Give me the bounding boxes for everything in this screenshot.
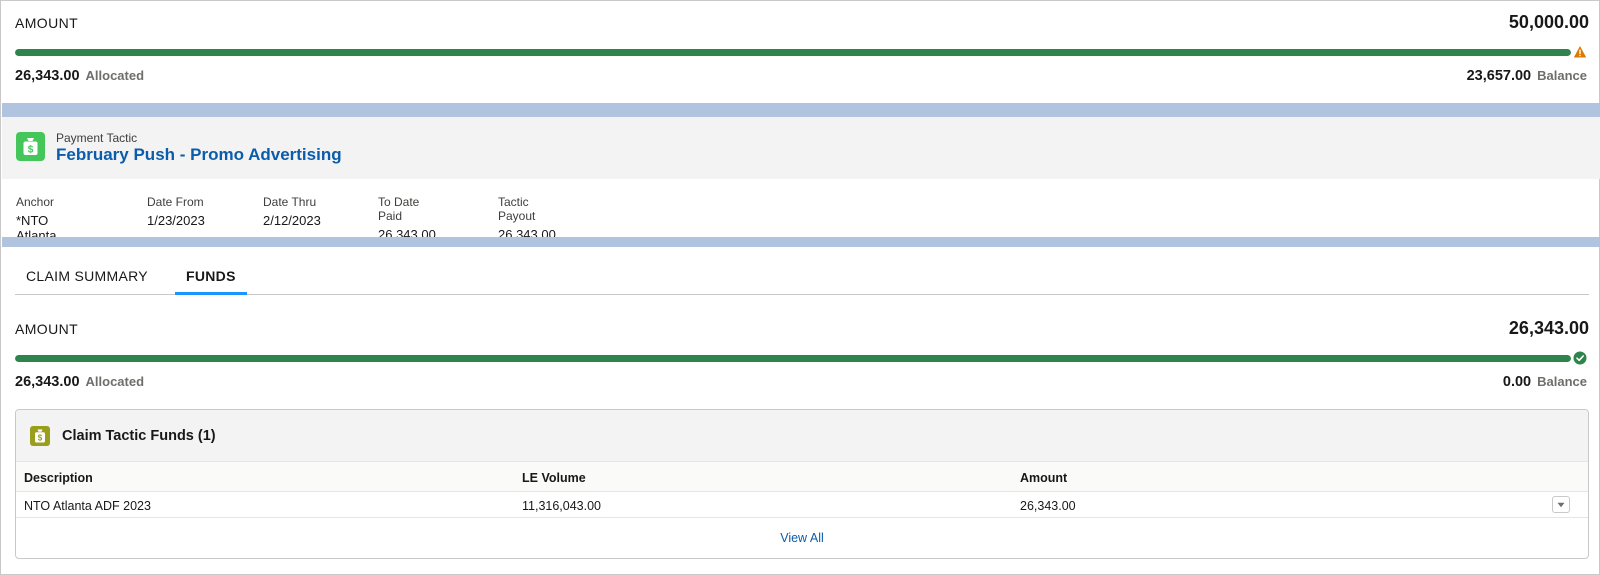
card-title: Claim Tactic Funds (1): [62, 428, 216, 444]
row-actions-button[interactable]: [1552, 496, 1570, 513]
funds-allocated-value: 26,343.00: [15, 374, 80, 390]
field-to-date-paid: To Date Paid 26,343.00: [378, 195, 436, 242]
cell-amount: 26,343.00: [1020, 499, 1076, 513]
funds-amount-label: AMOUNT: [15, 321, 79, 337]
tactic-funds-panel: AMOUNT 50,000.00 26,343.00 Allocated 23,6…: [0, 0, 1600, 575]
chevron-down-icon: [1557, 502, 1565, 507]
funds-progress-fill: [15, 355, 1571, 362]
view-all-link[interactable]: View All: [16, 531, 1588, 545]
funds-amount-total: 26,343.00: [1508, 318, 1589, 338]
funds-balance-value: 0.00: [1502, 374, 1532, 390]
tactic-title-link[interactable]: February Push - Promo Advertising: [56, 145, 342, 165]
field-anchor: Anchor *NTO Atlanta: [16, 195, 56, 243]
funds-balance-label: Balance: [1537, 374, 1587, 389]
field-value: 2/12/2023: [263, 213, 321, 228]
field-label: Date Thru: [263, 195, 317, 209]
tab-bar: CLAIM SUMMARY FUNDS: [15, 263, 1589, 295]
cell-le-volume: 11,316,043.00: [522, 499, 602, 513]
budget-balance-value: 23,657.00: [1466, 68, 1532, 84]
funds-progress-bar: [15, 355, 1571, 362]
budget-progress-fill: [15, 49, 1571, 56]
column-header-le-volume[interactable]: LE Volume: [522, 471, 586, 485]
section-divider: [2, 103, 1600, 117]
field-label: To Date Paid: [378, 195, 420, 223]
money-bag-icon: $: [30, 426, 50, 446]
tactic-header: $ Payment Tactic February Push - Promo A…: [2, 117, 1600, 179]
budget-allocated-label: Allocated: [85, 68, 145, 83]
money-bag-icon: $: [16, 132, 45, 161]
warning-icon: [1573, 46, 1587, 58]
field-label: Tactic Payout: [498, 195, 536, 223]
card-header: $ Claim Tactic Funds (1): [16, 410, 1588, 462]
table-header: Description LE Volume Amount: [16, 462, 1588, 492]
field-label: Date From: [147, 195, 204, 209]
tactic-record-type: Payment Tactic: [56, 131, 138, 145]
funds-amount-summary: AMOUNT 26,343.00 26,343.00 Allocated 0.00…: [15, 318, 1589, 395]
field-label: Anchor: [16, 195, 55, 209]
column-header-description[interactable]: Description: [24, 471, 93, 485]
budget-progress-bar: [15, 49, 1571, 56]
funds-allocated-label: Allocated: [85, 374, 145, 389]
claim-tactic-funds-card: $ Claim Tactic Funds (1) Description LE …: [15, 409, 1589, 559]
cell-description: NTO Atlanta ADF 2023: [24, 499, 151, 513]
tab-funds[interactable]: FUNDS: [175, 263, 247, 295]
tab-claim-summary[interactable]: CLAIM SUMMARY: [15, 263, 159, 295]
success-check-icon: [1573, 351, 1587, 365]
column-header-amount[interactable]: Amount: [1020, 471, 1067, 485]
budget-amount-total: 50,000.00: [1508, 12, 1589, 32]
svg-text:$: $: [38, 434, 43, 443]
field-value: 1/23/2023: [147, 213, 205, 228]
table-row: NTO Atlanta ADF 2023 11,316,043.00 26,34…: [16, 492, 1588, 518]
budget-amount-label: AMOUNT: [15, 15, 79, 31]
budget-balance-label: Balance: [1537, 68, 1587, 83]
field-date-from: Date From 1/23/2023: [147, 195, 205, 228]
budget-allocated-value: 26,343.00: [15, 68, 80, 84]
svg-text:$: $: [28, 145, 34, 156]
section-divider: [2, 237, 1600, 247]
field-date-thru: Date Thru 2/12/2023: [263, 195, 321, 228]
budget-amount-summary: AMOUNT 50,000.00 26,343.00 Allocated 23,6…: [15, 12, 1589, 89]
field-tactic-payout: Tactic Payout 26,343.00: [498, 195, 556, 242]
